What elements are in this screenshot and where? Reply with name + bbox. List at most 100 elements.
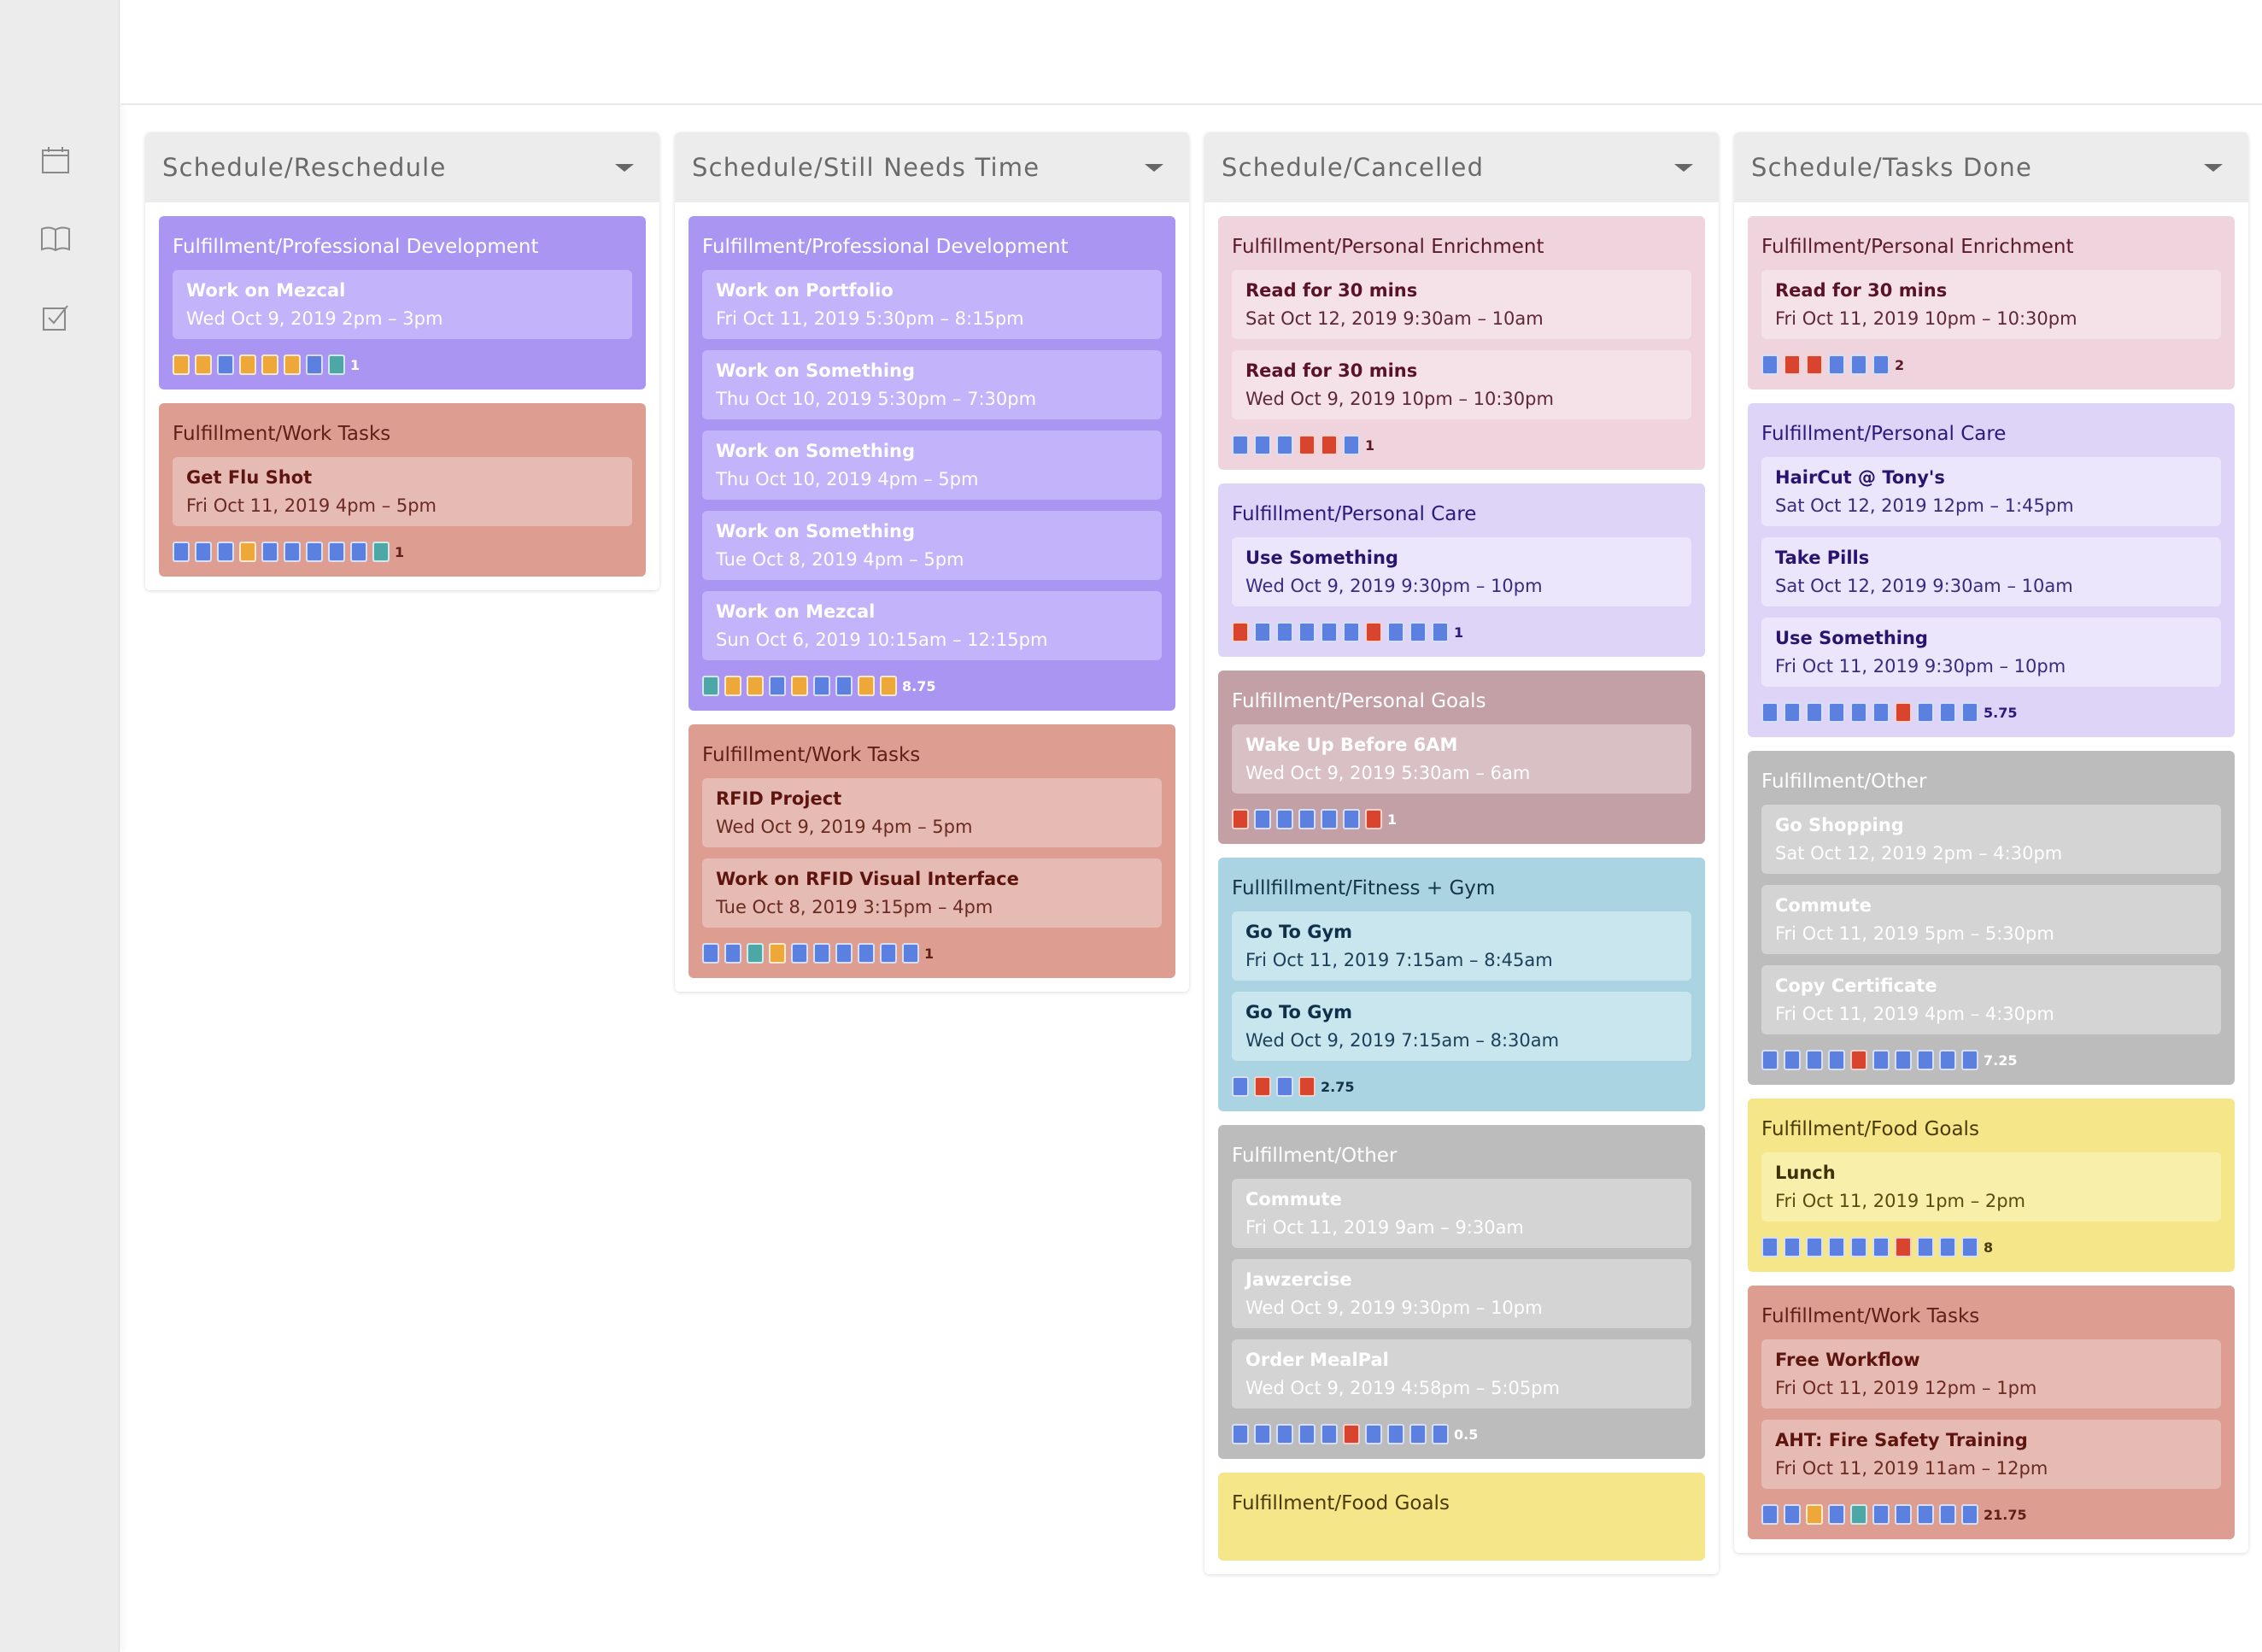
status-square: [1872, 702, 1890, 723]
task-card[interactable]: Commute Fri Oct 11, 2019 9am – 9:30am: [1232, 1179, 1691, 1248]
task-time: Fri Oct 11, 2019 9:30pm – 10pm: [1775, 656, 2066, 677]
status-square: [1276, 809, 1293, 829]
task-card[interactable]: Work on Something Thu Oct 10, 2019 4pm – …: [702, 431, 1162, 500]
dropdown-caret-icon[interactable]: [1145, 163, 1163, 172]
task-time: Fri Oct 11, 2019 10pm – 10:30pm: [1775, 308, 2077, 329]
task-group: Fulfillment/Work Tasks Get Flu Shot Fri Oc…: [159, 403, 646, 577]
status-square: [328, 542, 345, 562]
task-group: Fulllfillment/Fitness + Gym Go To Gym Fri …: [1218, 858, 1705, 1111]
task-name: Read for 30 mins: [1245, 280, 1418, 301]
task-card[interactable]: Work on Something Tue Oct 8, 2019 4pm – 5…: [702, 511, 1162, 580]
task-card[interactable]: Jawzercise Wed Oct 9, 2019 9:30pm – 10pm: [1232, 1259, 1691, 1328]
task-card[interactable]: Take Pills Sat Oct 12, 2019 9:30am – 10am: [1761, 537, 2221, 606]
group-title: Fulfillment/Other: [1761, 770, 1927, 793]
task-card[interactable]: Get Flu Shot Fri Oct 11, 2019 4pm – 5pm: [173, 457, 632, 526]
dropdown-caret-icon[interactable]: [615, 163, 634, 172]
status-square: [1784, 1237, 1801, 1257]
group-title: Fulfillment/Professional Development: [173, 236, 539, 258]
task-time: Fri Oct 11, 2019 5pm – 5:30pm: [1775, 923, 2054, 944]
task-name: Lunch: [1775, 1163, 1836, 1183]
status-square: [1961, 1504, 1978, 1525]
task-card[interactable]: Work on Mezcal Sun Oct 6, 2019 10:15am – …: [702, 591, 1162, 660]
task-name: Free Workflow: [1775, 1350, 1920, 1370]
task-card[interactable]: Use Something Wed Oct 9, 2019 9:30pm – 10…: [1232, 537, 1691, 606]
status-square: [1872, 354, 1890, 375]
task-card[interactable]: Lunch Fri Oct 11, 2019 1pm – 2pm: [1761, 1152, 2221, 1221]
task-card[interactable]: Go To Gym Wed Oct 9, 2019 7:15am – 8:30am: [1232, 992, 1691, 1061]
task-time: Fri Oct 11, 2019 5:30pm – 8:15pm: [716, 308, 1024, 329]
task-name: Read for 30 mins: [1245, 360, 1418, 381]
status-square: [195, 354, 212, 375]
task-group: Fulfillment/Work Tasks RFID Project Wed Oc…: [689, 724, 1175, 978]
task-card[interactable]: Go Shopping Sat Oct 12, 2019 2pm – 4:30pm: [1761, 805, 2221, 874]
task-card[interactable]: Commute Fri Oct 11, 2019 5pm – 5:30pm: [1761, 885, 2221, 954]
task-card[interactable]: AHT: Fire Safety Training Fri Oct 11, 201…: [1761, 1420, 2221, 1489]
status-square: [306, 354, 323, 375]
status-square: [769, 676, 786, 696]
status-square: [1850, 354, 1867, 375]
status-square: [1365, 809, 1382, 829]
status-square: [1761, 1237, 1779, 1257]
task-card[interactable]: Work on Mezcal Wed Oct 9, 2019 2pm – 3pm: [173, 270, 632, 339]
checkbox-icon[interactable]: [38, 301, 73, 335]
status-square: [835, 943, 853, 964]
column-title: Schedule/Tasks Done: [1751, 153, 2033, 182]
hours-total: 5.75: [1984, 704, 2018, 721]
task-card[interactable]: Read for 30 mins Fri Oct 11, 2019 10pm – …: [1761, 270, 2221, 339]
task-group: Fulfillment/Professional Development Work…: [689, 216, 1175, 711]
task-card[interactable]: Use Something Fri Oct 11, 2019 9:30pm – 1…: [1761, 618, 2221, 687]
book-icon[interactable]: [38, 222, 73, 256]
group-summary: 8: [1761, 1235, 2221, 1259]
task-name: Get Flu Shot: [186, 467, 313, 488]
status-square: [1895, 1237, 1912, 1257]
task-card[interactable]: Read for 30 mins Wed Oct 9, 2019 10pm – 1…: [1232, 350, 1691, 419]
hours-total: 0.5: [1454, 1426, 1479, 1443]
task-time: Fri Oct 11, 2019 1pm – 2pm: [1775, 1191, 2026, 1211]
hours-total: 1: [1387, 811, 1398, 828]
status-square: [1254, 1076, 1271, 1097]
task-name: Go To Gym: [1245, 922, 1353, 942]
task-name: Use Something: [1245, 548, 1398, 568]
task-name: HairCut @ Tony's: [1775, 467, 1945, 488]
task-card[interactable]: Read for 30 mins Sat Oct 12, 2019 9:30am …: [1232, 270, 1691, 339]
group-title: Fulfillment/Other: [1232, 1145, 1398, 1167]
task-card[interactable]: Copy Certificate Fri Oct 11, 2019 4pm – 4…: [1761, 965, 2221, 1034]
task-card[interactable]: Work on Something Thu Oct 10, 2019 5:30pm…: [702, 350, 1162, 419]
calendar-icon[interactable]: [38, 144, 73, 178]
column-header: Schedule/Still Needs Time: [675, 132, 1189, 202]
sidebar: [0, 0, 120, 1652]
task-card[interactable]: HairCut @ Tony's Sat Oct 12, 2019 12pm – …: [1761, 457, 2221, 526]
task-card[interactable]: Order MealPal Wed Oct 9, 2019 4:58pm – 5:…: [1232, 1339, 1691, 1409]
task-card[interactable]: Go To Gym Fri Oct 11, 2019 7:15am – 8:45a…: [1232, 911, 1691, 981]
task-name: RFID Project: [716, 788, 842, 809]
group-summary: 21.75: [1761, 1503, 2221, 1526]
status-square: [1917, 1050, 1934, 1070]
task-card[interactable]: Work on RFID Visual Interface Tue Oct 8, …: [702, 858, 1162, 928]
task-card[interactable]: RFID Project Wed Oct 9, 2019 4pm – 5pm: [702, 778, 1162, 847]
status-square: [1895, 1504, 1912, 1525]
status-square: [1387, 1424, 1404, 1444]
status-square: [328, 354, 345, 375]
status-square: [1343, 1424, 1360, 1444]
group-title: Fulfillment/Personal Care: [1232, 503, 1477, 525]
column-header: Schedule/Tasks Done: [1734, 132, 2248, 202]
task-name: Go To Gym: [1245, 1002, 1353, 1022]
status-square: [1298, 1424, 1316, 1444]
status-square: [1761, 1504, 1779, 1525]
task-name: Work on Portfolio: [716, 280, 894, 301]
task-time: Wed Oct 9, 2019 4:58pm – 5:05pm: [1245, 1378, 1561, 1398]
dropdown-caret-icon[interactable]: [2204, 163, 2223, 172]
status-square: [1254, 435, 1271, 455]
task-card[interactable]: Free Workflow Fri Oct 11, 2019 12pm – 1pm: [1761, 1339, 2221, 1409]
task-card[interactable]: Work on Portfolio Fri Oct 11, 2019 5:30pm…: [702, 270, 1162, 339]
status-square: [1321, 622, 1338, 642]
status-square: [1232, 1076, 1249, 1097]
task-time: Sat Oct 12, 2019 9:30am – 10am: [1775, 576, 2073, 596]
task-group: Fulfillment/Work Tasks Free Workflow Fri O…: [1748, 1286, 2235, 1539]
dropdown-caret-icon[interactable]: [1674, 163, 1693, 172]
task-card[interactable]: Wake Up Before 6AM Wed Oct 9, 2019 5:30am…: [1232, 724, 1691, 794]
status-square: [1784, 702, 1801, 723]
group-title: Fulfillment/Food Goals: [1761, 1118, 1979, 1140]
status-square: [1432, 1424, 1449, 1444]
task-group: Fulfillment/Personal Enrichment Read for …: [1748, 216, 2235, 390]
